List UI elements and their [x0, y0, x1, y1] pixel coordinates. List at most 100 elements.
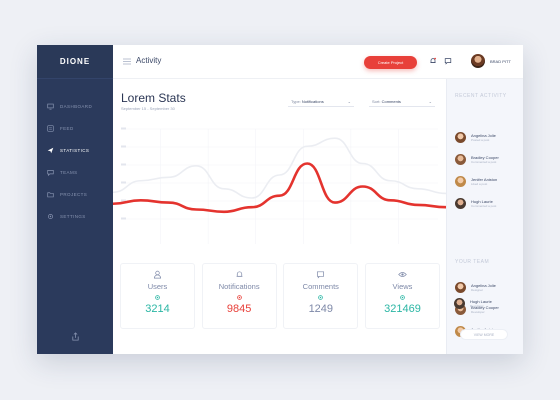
card-value: 3214 [145, 303, 170, 315]
sidebar-item-label: DASHBOARD [60, 103, 93, 109]
chart-svg [113, 127, 446, 244]
avatar [454, 297, 465, 309]
paper-plane-icon [47, 147, 54, 154]
bell-icon [236, 271, 243, 277]
activity-detail: Liked a post [471, 181, 488, 186]
activity-name: Angelina Jolie [471, 132, 496, 138]
sidebar-item-statistics[interactable]: STATISTICS [37, 139, 113, 161]
card-value: 9845 [226, 303, 252, 315]
avatar [455, 153, 466, 165]
recent-activity-heading: RECENT ACTIVITY [455, 93, 507, 99]
card-label: Notifications [218, 282, 260, 291]
y-tick [121, 145, 126, 148]
stats-title: Lorem Stats [121, 91, 186, 105]
sort-select-prefix: Sort: [372, 98, 381, 104]
menu-icon[interactable] [123, 58, 131, 65]
avatar[interactable] [471, 54, 485, 68]
activity-detail: Commented a post [471, 203, 497, 208]
y-tick [121, 127, 126, 130]
user-name[interactable]: BRAD PITT [490, 59, 511, 64]
type-select-value: Notifications [301, 98, 324, 104]
activity-item[interactable]: Jenifer Aniston Liked a post [455, 174, 520, 188]
activity-name: Jenifer Aniston [471, 176, 498, 182]
series-line-primary [113, 162, 446, 214]
sort-select[interactable]: Sort: Comments ⌄ [369, 96, 435, 107]
sidebar-item-settings[interactable]: SETTINGS [37, 205, 113, 227]
sidebar-item-teams[interactable]: TEAMS [37, 161, 113, 183]
card-value: 1249 [308, 303, 334, 315]
status-dot-icon [236, 295, 242, 300]
stat-card-notifications[interactable]: Notifications 9845 [201, 263, 277, 329]
chevron-down-icon: ⌄ [347, 98, 351, 104]
feed-icon [47, 124, 54, 132]
team-name: Angelina Jolie [471, 282, 496, 288]
stat-card-comments[interactable]: Comments 1249 [283, 263, 359, 329]
sidebar-item-label: PROJECTS [60, 191, 88, 197]
export-button[interactable] [37, 328, 113, 346]
card-label: Users [147, 282, 168, 291]
sidebar-item-feed[interactable]: FEED [37, 117, 113, 139]
team-item[interactable]: Hugh Laurie Developer [454, 296, 519, 310]
activity-detail: Posted a post [471, 137, 490, 142]
sidebar-item-label: STATISTICS [60, 147, 90, 153]
comment-icon [317, 271, 325, 279]
sidebar: DIONE DASHBOARD FEED STATISTICS TEAMS PR… [37, 45, 113, 354]
view-more-button[interactable]: VIEW MORE [460, 329, 508, 340]
export-icon [71, 332, 79, 341]
team-item[interactable]: Angelina Jolie Designer [455, 280, 520, 294]
status-dot-icon [318, 295, 324, 300]
avatar [455, 131, 466, 143]
team-role: Designer [471, 287, 484, 292]
team-role: Developer [471, 309, 485, 314]
status-dot-icon [155, 295, 160, 300]
stat-card-users[interactable]: Users 3214 [120, 263, 195, 329]
y-tick [121, 163, 126, 166]
activity-detail: Commented a post [471, 159, 497, 164]
bell-icon[interactable] [429, 57, 437, 65]
message-icon[interactable] [444, 57, 452, 65]
activity-name: Bradley Cooper [471, 154, 499, 160]
chevron-down-icon: ⌄ [428, 98, 432, 104]
avatar [455, 197, 466, 209]
gear-icon [47, 213, 54, 220]
stat-card-views[interactable]: Views 321469 [364, 263, 440, 329]
sidebar-item-label: SETTINGS [60, 213, 86, 219]
card-label: Views [392, 282, 413, 291]
date-range: September 15 - September 30 [121, 106, 175, 111]
stat-cards: Users 3214 Notifications 9845 Comments 1… [120, 263, 440, 329]
eye-icon [398, 272, 407, 277]
chat-icon [47, 169, 54, 176]
sidebar-item-label: FEED [60, 125, 74, 131]
create-project-button[interactable]: Create Project [364, 56, 417, 69]
user-icon [153, 270, 162, 279]
sort-select-value: Comments [381, 98, 401, 104]
sidebar-item-label: TEAMS [60, 169, 78, 175]
sidebar-item-projects[interactable]: PROJECTS [37, 183, 113, 205]
monitor-icon [47, 103, 54, 110]
app-logo: DIONE [37, 45, 113, 79]
y-tick [121, 217, 126, 220]
your-team-heading: YOUR TEAM [455, 259, 490, 265]
right-panel: RECENT ACTIVITY Angelina Jolie Posted a p… [446, 79, 523, 354]
team-role: Developer [470, 303, 484, 308]
main-panel: Lorem Stats September 15 - September 30 … [113, 79, 446, 354]
line-chart [113, 119, 446, 252]
activity-item[interactable]: Bradley Cooper Commented a post [455, 152, 520, 166]
sidebar-item-dashboard[interactable]: DASHBOARD [37, 95, 113, 117]
page-title: Activity [136, 56, 162, 65]
card-label: Comments [302, 282, 339, 291]
app-window: DIONE DASHBOARD FEED STATISTICS TEAMS PR… [37, 45, 523, 354]
avatar [455, 281, 466, 293]
activity-name: Hugh Laurie [471, 198, 493, 204]
team-name: Hugh Laurie [470, 298, 492, 304]
activity-item[interactable]: Angelina Jolie Posted a post [455, 130, 520, 144]
type-select[interactable]: Type: Notifications ⌄ [288, 96, 354, 107]
sidebar-nav: DASHBOARD FEED STATISTICS TEAMS PROJECTS… [37, 95, 113, 227]
card-value: 321469 [384, 303, 421, 315]
y-tick [121, 181, 126, 184]
type-select-prefix: Type: [291, 98, 301, 104]
folder-icon [47, 191, 54, 198]
avatar [455, 175, 466, 187]
activity-item[interactable]: Hugh Laurie Commented a post [455, 196, 520, 210]
top-header: Activity Create Project BRAD PITT [113, 45, 523, 79]
